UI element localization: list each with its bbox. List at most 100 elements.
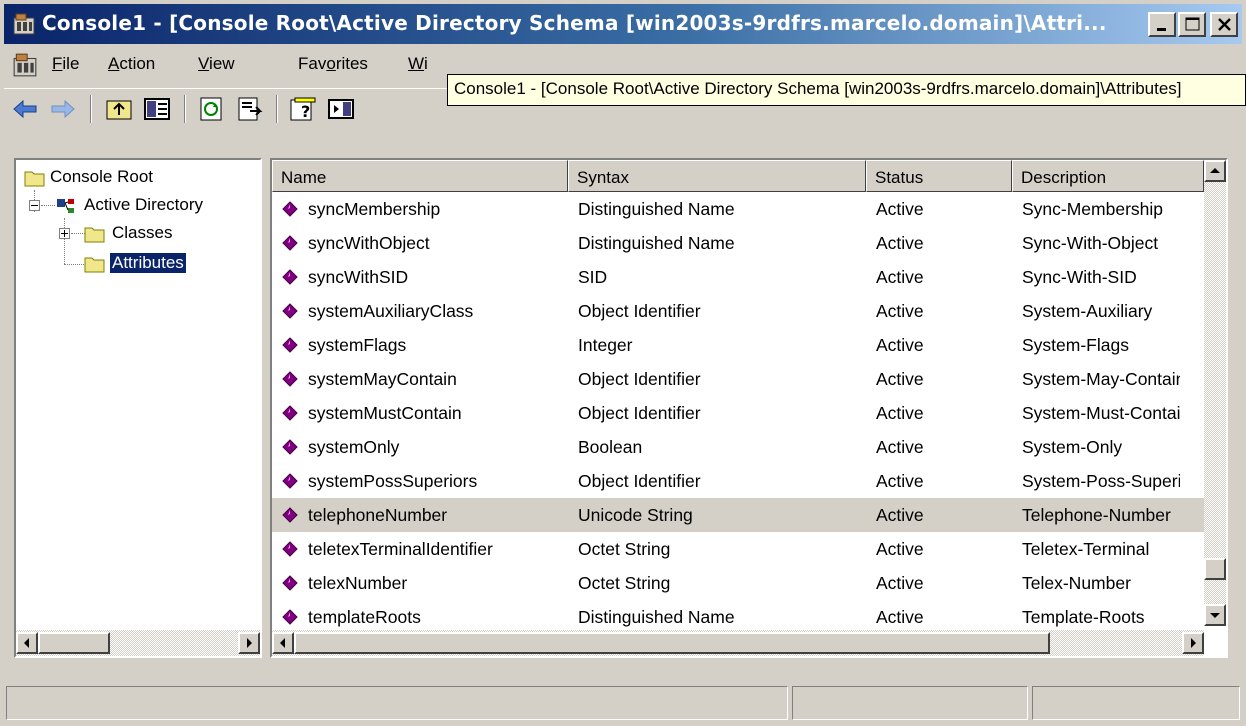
refresh-icon [200, 97, 222, 121]
cell-syntax: Distinguished Name [578, 199, 735, 219]
attribute-diamond-icon [282, 405, 298, 421]
export-list-button[interactable] [234, 95, 264, 123]
scroll-right-button[interactable] [1182, 632, 1204, 654]
minimize-button[interactable] [1148, 12, 1176, 37]
scroll-down-button[interactable] [1204, 604, 1226, 626]
help-icon: ? [290, 97, 316, 121]
list-item[interactable]: systemMustContain Object Identifier Active… [272, 396, 1204, 430]
attribute-diamond-icon [282, 201, 298, 217]
tree-label: Console Root [50, 167, 154, 186]
column-header-description[interactable]: Description [1012, 160, 1204, 192]
cell-status: Active [876, 437, 924, 457]
collapse-toggle[interactable] [29, 200, 40, 211]
status-panel-3 [1032, 686, 1240, 720]
folder-icon [24, 171, 45, 187]
list-item[interactable]: templateRoots Distinguished Name Active Tem… [272, 600, 1204, 634]
schema-snapin-icon [57, 199, 74, 213]
tree-label: Active Directory [84, 195, 204, 214]
list-item[interactable]: syncWithObject Distinguished Name Active Sy… [272, 226, 1204, 260]
list-vertical-scrollbar[interactable] [1204, 160, 1226, 626]
cell-description: System-Only [1022, 437, 1123, 457]
cell-syntax: Object Identifier [578, 369, 701, 389]
close-icon [1218, 18, 1231, 31]
action-pane-icon [328, 99, 354, 119]
menu-favorites[interactable]: Favorites [298, 54, 368, 74]
scroll-left-button[interactable] [16, 632, 38, 654]
cell-syntax: Boolean [578, 437, 643, 457]
scroll-up-button[interactable] [1204, 160, 1226, 182]
tree-node-active-directory-schema[interactable]: Active Directory [54, 194, 260, 218]
export-list-icon [238, 97, 263, 121]
cell-name: systemFlags [308, 335, 407, 355]
cell-description: System-Flags [1022, 335, 1129, 355]
menu-file[interactable]: File [52, 54, 79, 74]
up-one-level-button[interactable] [104, 95, 134, 123]
list-item[interactable]: systemAuxiliaryClass Object Identifier Act… [272, 294, 1204, 328]
tree-node-console-root[interactable]: Console Root [20, 166, 260, 190]
scroll-thumb[interactable] [38, 632, 110, 654]
cell-description: Sync-With-Object [1022, 233, 1159, 253]
attribute-diamond-icon [282, 235, 298, 251]
cell-status: Active [876, 233, 924, 253]
cell-syntax: Octet String [578, 573, 671, 593]
back-button[interactable] [10, 95, 40, 123]
tree-node-attributes[interactable]: Attributes [82, 252, 260, 276]
menu-action[interactable]: Action [108, 54, 155, 74]
list-item[interactable]: systemPossSuperiors Object Identifier Acti… [272, 464, 1204, 498]
list-item[interactable]: telexNumber Octet String Active Telex-Numbe… [272, 566, 1204, 600]
attribute-diamond-icon [282, 609, 298, 625]
console-doc-icon[interactable] [12, 52, 38, 78]
cell-name: systemMayContain [308, 369, 457, 389]
cell-description: System-May-Contain [1022, 369, 1180, 389]
column-header-syntax[interactable]: Syntax [568, 160, 866, 192]
tree-node-classes[interactable]: Classes [82, 222, 260, 246]
list-horizontal-scrollbar[interactable] [272, 630, 1204, 656]
cell-description: Teletex-Terminal [1022, 539, 1150, 559]
scroll-thumb[interactable] [1204, 558, 1226, 580]
help-button[interactable]: ? [288, 95, 318, 123]
scroll-right-button[interactable] [238, 632, 260, 654]
list-item[interactable]: teletexTerminalIdentifier Octet String Act… [272, 532, 1204, 566]
maximize-button[interactable] [1178, 12, 1206, 37]
forward-button[interactable] [48, 95, 78, 123]
show-action-pane-button[interactable] [326, 95, 356, 123]
tree-label: Classes [112, 223, 173, 242]
close-button[interactable] [1210, 12, 1238, 37]
back-arrow-icon [13, 99, 37, 119]
list-item-highlighted[interactable]: telephoneNumber Unicode String Active Telep… [272, 498, 1204, 532]
list-item[interactable]: systemMayContain Object Identifier Active S… [272, 362, 1204, 396]
window-title: Console1 - [Console Root\Active Director… [42, 11, 1107, 35]
menu-view[interactable]: View [198, 54, 235, 74]
toolbar-separator [90, 95, 92, 123]
results-list-pane[interactable]: Name Syntax Status Description syncMembe… [270, 158, 1228, 658]
title-tooltip: Console1 - [Console Root\Active Director… [447, 74, 1246, 106]
toolbar-separator [276, 95, 278, 123]
column-header-status[interactable]: Status [866, 160, 1012, 192]
column-header-name[interactable]: Name [272, 160, 568, 192]
expand-toggle[interactable] [59, 228, 70, 239]
cell-description: Telex-Number [1022, 573, 1131, 593]
cell-status: Active [876, 607, 924, 627]
list-item[interactable]: syncWithSID SID Active Sync-With-SID [272, 260, 1204, 294]
console-tree-icon [144, 98, 170, 120]
tree-horizontal-scrollbar[interactable] [16, 630, 260, 656]
show-hide-tree-button[interactable] [142, 95, 172, 123]
attribute-diamond-icon [282, 439, 298, 455]
cell-status: Active [876, 199, 924, 219]
menu-window[interactable]: Wi [408, 54, 428, 74]
attribute-diamond-icon [282, 371, 298, 387]
list-item[interactable]: systemFlags Integer Active System-Flags [272, 328, 1204, 362]
cell-syntax: SID [578, 267, 608, 287]
scroll-thumb[interactable] [294, 632, 1050, 654]
cell-name: telexNumber [308, 573, 408, 593]
cell-description: Sync-With-SID [1022, 267, 1137, 287]
list-item[interactable]: syncMembership Distinguished Name Active Sy… [272, 192, 1204, 226]
title-bar[interactable]: Console1 - [Console Root\Active Director… [4, 4, 1242, 44]
scroll-left-button[interactable] [272, 632, 294, 654]
arrow-right-icon [1191, 638, 1196, 648]
cell-description: System-Poss-Superiors [1022, 471, 1180, 491]
console-tree-pane[interactable]: Console Root Active Directory Classes At… [14, 158, 262, 658]
list-item[interactable]: systemOnly Boolean Active System-Only [272, 430, 1204, 464]
refresh-button[interactable] [196, 95, 226, 123]
arrow-left-icon [24, 638, 29, 648]
